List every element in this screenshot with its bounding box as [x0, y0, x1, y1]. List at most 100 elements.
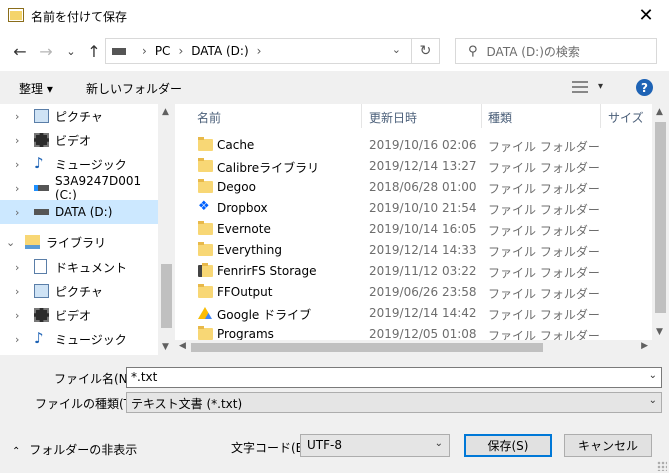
close-button[interactable]: ✕: [623, 0, 669, 31]
sidebar-item-label: ビデオ: [55, 308, 92, 323]
expand-arrow-icon[interactable]: ›: [15, 309, 19, 322]
file-type: ファイル フォルダー: [488, 224, 600, 238]
encoding-select[interactable]: UTF-8 ⌄: [300, 434, 450, 457]
chevron-down-icon[interactable]: ⌄: [392, 43, 401, 56]
resize-grip-icon[interactable]: [657, 461, 667, 471]
scroll-down-arrow-icon[interactable]: ▼: [162, 342, 169, 352]
file-name: Cache: [217, 138, 255, 152]
music-icon: ♪: [34, 154, 44, 172]
cancel-button[interactable]: キャンセル: [564, 434, 652, 457]
breadcrumb-separator[interactable]: ›: [178, 44, 183, 58]
refresh-button[interactable]: ↻: [412, 38, 440, 64]
back-button[interactable]: ←: [10, 41, 30, 61]
sidebar-item-library-pictures[interactable]: › ピクチャ: [0, 279, 158, 303]
video-icon: [34, 308, 49, 322]
file-row[interactable]: ❖ Dropbox 2019/10/10 21:54 ファイル フォルダー: [175, 198, 652, 219]
file-row[interactable]: Programs 2019/12/05 01:08 ファイル フォルダー: [175, 324, 652, 340]
expand-arrow-icon[interactable]: ›: [15, 333, 19, 346]
sidebar-item-video[interactable]: › ビデオ: [0, 128, 158, 152]
breadcrumb-separator[interactable]: ›: [257, 44, 262, 58]
scroll-up-arrow-icon[interactable]: ▲: [656, 107, 663, 117]
navigation-pane: › ピクチャ › ビデオ › ♪ ミュージック › S3A9247D001 (C…: [0, 104, 174, 355]
expand-arrow-icon[interactable]: ›: [15, 261, 19, 274]
breadcrumb-data-drive[interactable]: DATA (D:): [191, 44, 248, 58]
file-row[interactable]: FenrirFS Storage 2019/11/12 03:22 ファイル フ…: [175, 261, 652, 282]
sidebar-item-label: ピクチャ: [55, 284, 103, 299]
collapse-arrow-icon[interactable]: ⌄: [6, 236, 15, 249]
column-divider[interactable]: [481, 104, 482, 128]
help-button[interactable]: ?: [636, 79, 653, 96]
forward-button[interactable]: →: [36, 41, 56, 61]
chevron-down-icon[interactable]: ⌄: [649, 370, 657, 381]
column-header-date[interactable]: 更新日時: [369, 109, 417, 126]
chevron-down-icon[interactable]: ⌄: [649, 395, 657, 406]
video-icon: [34, 133, 49, 147]
file-list-vertical-scrollbar[interactable]: ▲ ▼: [652, 104, 669, 340]
file-row[interactable]: Cache 2019/10/16 02:06 ファイル フォルダー: [175, 135, 652, 156]
filename-field[interactable]: *.txt ⌄: [126, 367, 662, 388]
expand-arrow-icon[interactable]: ›: [15, 206, 19, 219]
chevron-down-icon[interactable]: ⌄: [435, 438, 443, 449]
expand-arrow-icon[interactable]: ›: [15, 285, 19, 298]
view-options-dropdown[interactable]: ▾: [598, 81, 603, 92]
file-row[interactable]: Google ドライブ 2019/12/14 14:42 ファイル フォルダー: [175, 303, 652, 324]
music-icon: ♪: [34, 329, 44, 347]
column-header-type[interactable]: 種類: [488, 109, 512, 126]
column-header-name[interactable]: 名前: [197, 109, 221, 126]
scroll-left-arrow-icon[interactable]: ◀: [179, 341, 186, 351]
filetype-select[interactable]: テキスト文書 (*.txt) ⌄: [126, 392, 662, 413]
sidebar-item-pictures[interactable]: › ピクチャ: [0, 104, 158, 128]
expand-arrow-icon[interactable]: ›: [15, 182, 19, 195]
expand-arrow-icon[interactable]: ›: [15, 134, 19, 147]
sidebar-item-library-music[interactable]: › ♪ ミュージック: [0, 327, 158, 351]
file-name: Programs: [217, 327, 274, 340]
sidebar-item-library-video[interactable]: › ビデオ: [0, 303, 158, 327]
address-bar[interactable]: › PC › DATA (D:) › ⌄: [105, 38, 412, 64]
file-row[interactable]: Degoo 2018/06/28 01:00 ファイル フォルダー: [175, 177, 652, 198]
sidebar-item-label: ミュージック: [55, 332, 127, 347]
column-divider[interactable]: [361, 104, 362, 128]
file-row[interactable]: Evernote 2019/10/14 16:05 ファイル フォルダー: [175, 219, 652, 240]
sidebar-item-label: ドキュメント: [55, 260, 128, 275]
scrollbar-thumb[interactable]: [191, 343, 543, 352]
expand-arrow-icon[interactable]: ›: [15, 158, 19, 171]
file-name: Everything: [217, 243, 282, 257]
file-date: 2019/06/26 23:58: [369, 285, 477, 299]
sidebar-item-system-drive[interactable]: › S3A9247D001 (C:): [0, 174, 158, 202]
organize-menu[interactable]: 整理 ▾: [19, 80, 53, 97]
save-button[interactable]: 保存(S): [464, 434, 552, 457]
sidebar-item-music[interactable]: › ♪ ミュージック: [0, 152, 158, 176]
pictures-icon: [34, 284, 49, 298]
scroll-right-arrow-icon[interactable]: ▶: [641, 341, 648, 351]
navigation-pane-scrollbar[interactable]: ▲ ▼: [158, 104, 175, 355]
column-divider[interactable]: [600, 104, 601, 128]
sidebar-item-data-drive[interactable]: › DATA (D:): [0, 200, 158, 224]
sidebar-item-libraries[interactable]: ⌄ ライブラリ: [0, 230, 158, 254]
column-header-size[interactable]: サイズ: [608, 109, 644, 126]
scrollbar-thumb[interactable]: [655, 122, 666, 313]
folder-icon: [198, 284, 213, 298]
file-date: 2019/10/10 21:54: [369, 201, 477, 215]
new-folder-button[interactable]: 新しいフォルダー: [86, 80, 182, 97]
documents-icon: [34, 259, 47, 274]
file-list-horizontal-scrollbar[interactable]: ◀ ▶: [175, 340, 652, 355]
hide-folders-label: フォルダーの非表示: [29, 443, 138, 457]
sidebar-item-documents[interactable]: › ドキュメント: [0, 255, 158, 279]
navigation-bar: ← → ⌄ ↑ › PC › DATA (D:) › ⌄ ↻ ⚲ DATA (D…: [0, 31, 669, 71]
search-input[interactable]: ⚲ DATA (D:)の検索: [455, 38, 657, 64]
recent-locations-button[interactable]: ⌄: [61, 41, 81, 61]
scroll-down-arrow-icon[interactable]: ▼: [656, 327, 663, 337]
filename-value[interactable]: *.txt: [131, 370, 157, 384]
hide-folders-toggle[interactable]: ⌃ フォルダーの非表示: [12, 441, 137, 458]
view-options-icon[interactable]: [572, 81, 588, 93]
file-row[interactable]: Calibreライブラリ 2019/12/14 13:27 ファイル フォルダー: [175, 156, 652, 177]
breadcrumb-pc[interactable]: PC: [155, 44, 171, 58]
file-row[interactable]: Everything 2019/12/14 14:33 ファイル フォルダー: [175, 240, 652, 261]
up-button[interactable]: ↑: [84, 41, 104, 61]
file-row[interactable]: FFOutput 2019/06/26 23:58 ファイル フォルダー: [175, 282, 652, 303]
expand-arrow-icon[interactable]: ›: [15, 110, 19, 123]
breadcrumb-separator[interactable]: ›: [142, 44, 147, 58]
scroll-up-arrow-icon[interactable]: ▲: [162, 107, 169, 117]
file-type: ファイル フォルダー: [488, 161, 600, 175]
scrollbar-thumb[interactable]: [161, 264, 172, 328]
